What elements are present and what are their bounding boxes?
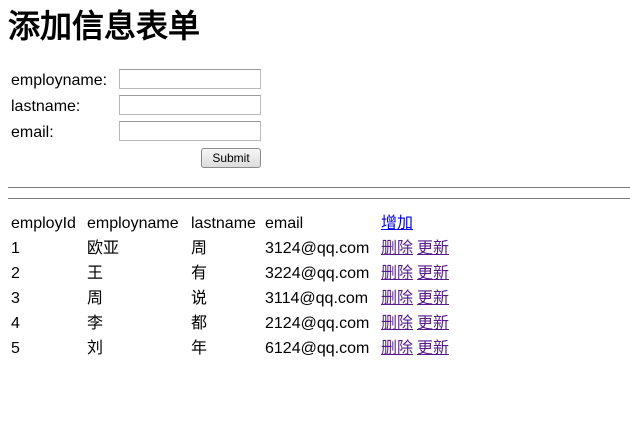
cell-actions: 删除 更新	[380, 311, 450, 336]
delete-link[interactable]: 删除	[381, 340, 413, 357]
employname-row: employname:	[10, 68, 270, 94]
delete-link[interactable]: 删除	[381, 290, 413, 307]
cell-id: 5	[11, 339, 20, 357]
cell-employname: 刘	[87, 339, 104, 357]
update-link[interactable]: 更新	[417, 340, 449, 357]
email-input[interactable]	[119, 121, 261, 141]
cell-lastname: 有	[191, 264, 208, 282]
cell-lastname: 都	[191, 314, 208, 332]
cell-lastname: 年	[191, 339, 208, 357]
cell-id: 4	[11, 314, 20, 332]
lastname-label: lastname:	[11, 98, 81, 115]
cell-id: 3	[11, 289, 20, 307]
cell-actions: 删除 更新	[380, 236, 450, 261]
lastname-input[interactable]	[119, 95, 261, 115]
cell-lastname: 周	[191, 239, 208, 257]
cell-lastname: 说	[191, 289, 208, 307]
cell-employname: 周	[87, 289, 104, 307]
cell-email: 3224@qq.com	[265, 264, 370, 282]
submit-button[interactable]: Submit	[201, 148, 261, 168]
update-link[interactable]: 更新	[417, 315, 449, 332]
cell-id: 1	[11, 239, 20, 257]
header-employname: employname	[87, 214, 179, 232]
cell-actions: 删除 更新	[380, 286, 450, 311]
cell-employname: 欧亚	[87, 239, 120, 257]
cell-id: 2	[11, 264, 20, 282]
update-link[interactable]: 更新	[417, 265, 449, 282]
add-employee-form: employname: lastname: email: Submit	[10, 68, 270, 168]
delete-link[interactable]: 删除	[381, 315, 413, 332]
page-title: 添加信息表单	[8, 7, 201, 45]
add-link[interactable]: 增加	[381, 215, 413, 232]
table-row: 1 欧亚 周 3124@qq.com 删除 更新	[10, 236, 450, 261]
employee-table: employId employname lastname email 增加 1 …	[10, 211, 450, 361]
cell-employname: 李	[87, 314, 104, 332]
cell-email: 2124@qq.com	[265, 314, 370, 332]
table-header-row: employId employname lastname email 增加	[10, 211, 450, 236]
cell-email: 6124@qq.com	[265, 339, 370, 357]
divider-top	[8, 187, 630, 188]
delete-link[interactable]: 删除	[381, 265, 413, 282]
cell-actions: 删除 更新	[380, 261, 450, 286]
update-link[interactable]: 更新	[417, 240, 449, 257]
table-row: 2 王 有 3224@qq.com 删除 更新	[10, 261, 450, 286]
header-lastname: lastname	[191, 214, 256, 232]
lastname-row: lastname:	[10, 94, 270, 120]
update-link[interactable]: 更新	[417, 290, 449, 307]
delete-link[interactable]: 删除	[381, 240, 413, 257]
employname-label: employname:	[11, 72, 108, 89]
cell-actions: 删除 更新	[380, 336, 450, 361]
table-row: 5 刘 年 6124@qq.com 删除 更新	[10, 336, 450, 361]
email-label: email:	[11, 124, 54, 141]
table-row: 4 李 都 2124@qq.com 删除 更新	[10, 311, 450, 336]
cell-email: 3124@qq.com	[265, 239, 370, 257]
divider-bottom	[8, 198, 630, 199]
table-row: 3 周 说 3114@qq.com 删除 更新	[10, 286, 450, 311]
header-email: email	[265, 214, 304, 232]
cell-employname: 王	[87, 264, 104, 282]
cell-email: 3114@qq.com	[265, 289, 369, 307]
header-actions: 增加	[380, 211, 450, 236]
email-row: email:	[10, 120, 270, 146]
header-employid: employId	[11, 214, 76, 232]
employname-input[interactable]	[119, 69, 261, 89]
